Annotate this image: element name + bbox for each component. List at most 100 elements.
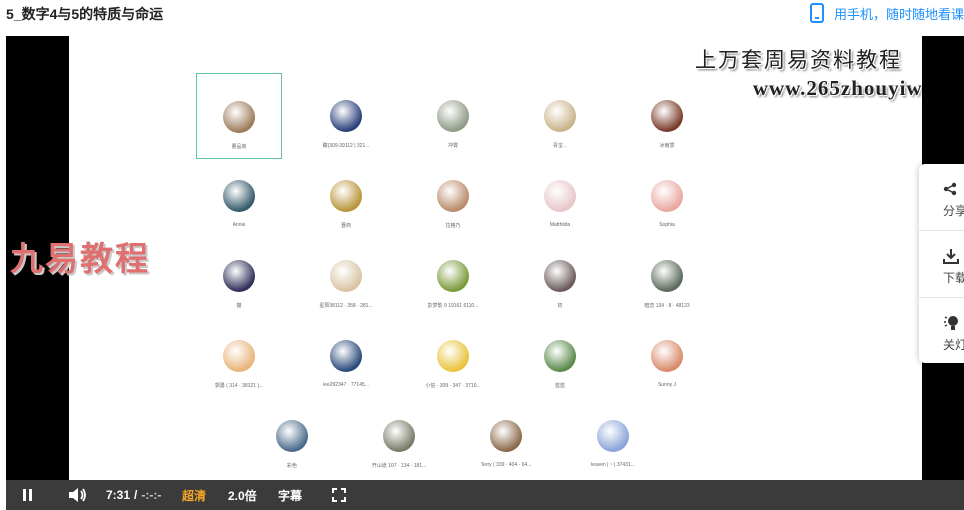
lightbulb-icon xyxy=(943,312,961,334)
avatar xyxy=(223,260,255,292)
contact-item[interactable]: 彩色 xyxy=(249,393,335,479)
avatar xyxy=(490,420,522,452)
contact-grid: 曹品商 瞳(309-39112 | 321... 冲霄 青宝... 冰雨慧 Annie 晋商… xyxy=(69,36,922,480)
contact-name: 彭梦影 9 19161 6110... xyxy=(427,303,479,309)
contact-item[interactable]: 暗恋 134 · 8 · 48123 xyxy=(624,233,710,319)
speed-button[interactable]: 2.0倍 xyxy=(228,480,257,510)
contact-item[interactable]: 曹品商 xyxy=(196,73,282,159)
avatar xyxy=(383,420,415,452)
video-frame[interactable]: 上万套周易资料教程 www.265zhouyiw.com 曹品商瞳(309-39… xyxy=(69,36,922,480)
contact-name: 青宝... xyxy=(552,143,568,149)
contact-item[interactable]: 蓝蓝 xyxy=(517,313,603,399)
contact-item[interactable]: Matthilda xyxy=(517,153,603,239)
avatar xyxy=(223,340,255,372)
avatar xyxy=(651,180,683,212)
lights-off-button[interactable]: 关灯 xyxy=(919,298,964,364)
contact-name: 蓝蓝 xyxy=(554,383,565,389)
contact-name: 初 xyxy=(557,303,563,309)
lights-off-label: 关灯 xyxy=(943,338,964,352)
avatar xyxy=(437,340,469,372)
contact-name: Terry ( 339 · 404 · 64... xyxy=(480,462,532,468)
contact-item[interactable]: 冲霄 xyxy=(410,73,496,159)
avatar xyxy=(223,180,255,212)
contact-item[interactable]: 彭梦影 9 19161 6110... xyxy=(410,233,496,319)
contact-name: 拉格乃 xyxy=(445,223,461,229)
contact-name: 彩色 xyxy=(286,463,297,469)
download-label: 下载 xyxy=(943,271,964,285)
contact-name: 开山道 107 · 134 · 181... xyxy=(371,463,427,469)
avatar xyxy=(437,180,469,212)
contact-item[interactable]: 小信 · 309 · 347 · 3710... xyxy=(410,313,496,399)
contact-item[interactable]: leaven | ~ | 37431... xyxy=(570,393,656,479)
contact-item[interactable]: 星辰38112 · 358 · 281... xyxy=(303,233,389,319)
contact-item[interactable]: 开山道 107 · 134 · 181... xyxy=(356,393,442,479)
side-panel: 分享 下载 关灯 xyxy=(919,164,964,363)
download-icon xyxy=(943,245,959,267)
page: 5_数字4与5的特质与命运 用手机，随时随地看课 上万套周易资料教程 www.2… xyxy=(0,0,964,510)
mobile-watch-label: 用手机，随时随地看课 xyxy=(833,6,964,22)
avatar xyxy=(544,180,576,212)
contact-name: 小信 · 309 · 347 · 3710... xyxy=(425,383,481,389)
contact-item[interactable]: 冰雨慧 xyxy=(624,73,710,159)
contact-name: 曹品商 xyxy=(231,144,247,150)
contact-name: 瞳(309-39112 | 321... xyxy=(322,143,370,149)
share-icon xyxy=(943,178,957,200)
contact-item[interactable]: 瞳(309-39112 | 321... xyxy=(303,73,389,159)
avatar xyxy=(437,100,469,132)
avatar xyxy=(330,260,362,292)
share-label: 分享 xyxy=(943,204,964,218)
time-display: 7:31 / -:-:- xyxy=(106,480,161,510)
avatar xyxy=(544,340,576,372)
avatar xyxy=(597,420,629,452)
time-separator: / xyxy=(134,488,138,502)
contact-item[interactable]: 猫 xyxy=(196,233,282,319)
mobile-watch-link[interactable]: 用手机，随时随地看课 xyxy=(809,2,964,24)
avatar xyxy=(330,180,362,212)
video-title: 5_数字4与5的特质与命运 xyxy=(6,6,164,22)
volume-icon[interactable] xyxy=(68,480,88,510)
contact-item[interactable]: 晋商 xyxy=(303,153,389,239)
top-bar: 5_数字4与5的特质与命运 用手机，随时随地看课 xyxy=(0,0,964,28)
contact-name: Matthilda xyxy=(549,222,571,228)
quality-button[interactable]: 超清 xyxy=(182,480,206,510)
avatar xyxy=(544,100,576,132)
contact-item[interactable]: lee292347 · 77145... xyxy=(303,313,389,399)
avatar xyxy=(651,260,683,292)
share-button[interactable]: 分享 xyxy=(919,164,964,230)
contact-item[interactable]: 郭勇 ( 314 · 38121 )... xyxy=(196,313,282,399)
contact-item[interactable]: Sunny J xyxy=(624,313,710,399)
current-time: 7:31 xyxy=(106,488,131,502)
duration: -:-:- xyxy=(141,488,162,502)
avatar xyxy=(544,260,576,292)
contact-item[interactable]: Terry ( 339 · 404 · 64... xyxy=(463,393,549,479)
control-bar: 7:31 / -:-:- 超清 2.0倍 字幕 xyxy=(6,480,964,510)
avatar xyxy=(276,420,308,452)
avatar xyxy=(330,340,362,372)
fullscreen-icon[interactable] xyxy=(332,480,346,510)
contact-name: 猫 xyxy=(236,303,242,309)
phone-icon xyxy=(809,3,824,23)
contact-name: 冰雨慧 xyxy=(659,143,675,149)
avatar xyxy=(651,340,683,372)
contact-name: Sophia xyxy=(659,222,675,228)
contact-item[interactable]: 初 xyxy=(517,233,603,319)
contact-name: lee292347 · 77145... xyxy=(323,382,369,388)
video-player[interactable]: 上万套周易资料教程 www.265zhouyiw.com 曹品商瞳(309-39… xyxy=(6,36,964,510)
contact-name: 冲霄 xyxy=(447,143,458,149)
pause-icon[interactable] xyxy=(23,480,32,510)
contact-name: leaven | ~ | 37431... xyxy=(591,462,635,468)
download-button[interactable]: 下载 xyxy=(919,231,964,297)
avatar xyxy=(651,100,683,132)
subtitles-button[interactable]: 字幕 xyxy=(278,480,302,510)
contact-item[interactable]: Sophia xyxy=(624,153,710,239)
contact-name: 暗恋 134 · 8 · 48123 xyxy=(644,303,690,309)
avatar xyxy=(223,101,255,133)
contact-item[interactable]: 拉格乃 xyxy=(410,153,496,239)
avatar xyxy=(437,260,469,292)
watermark-brand: 九易教程 xyxy=(10,240,150,277)
contact-name: 星辰38112 · 358 · 281... xyxy=(319,303,373,309)
contact-item[interactable]: 青宝... xyxy=(517,73,603,159)
contact-name: Sunny J xyxy=(657,382,677,388)
contact-name: 晋商 xyxy=(340,223,351,229)
contact-item[interactable]: Annie xyxy=(196,153,282,239)
